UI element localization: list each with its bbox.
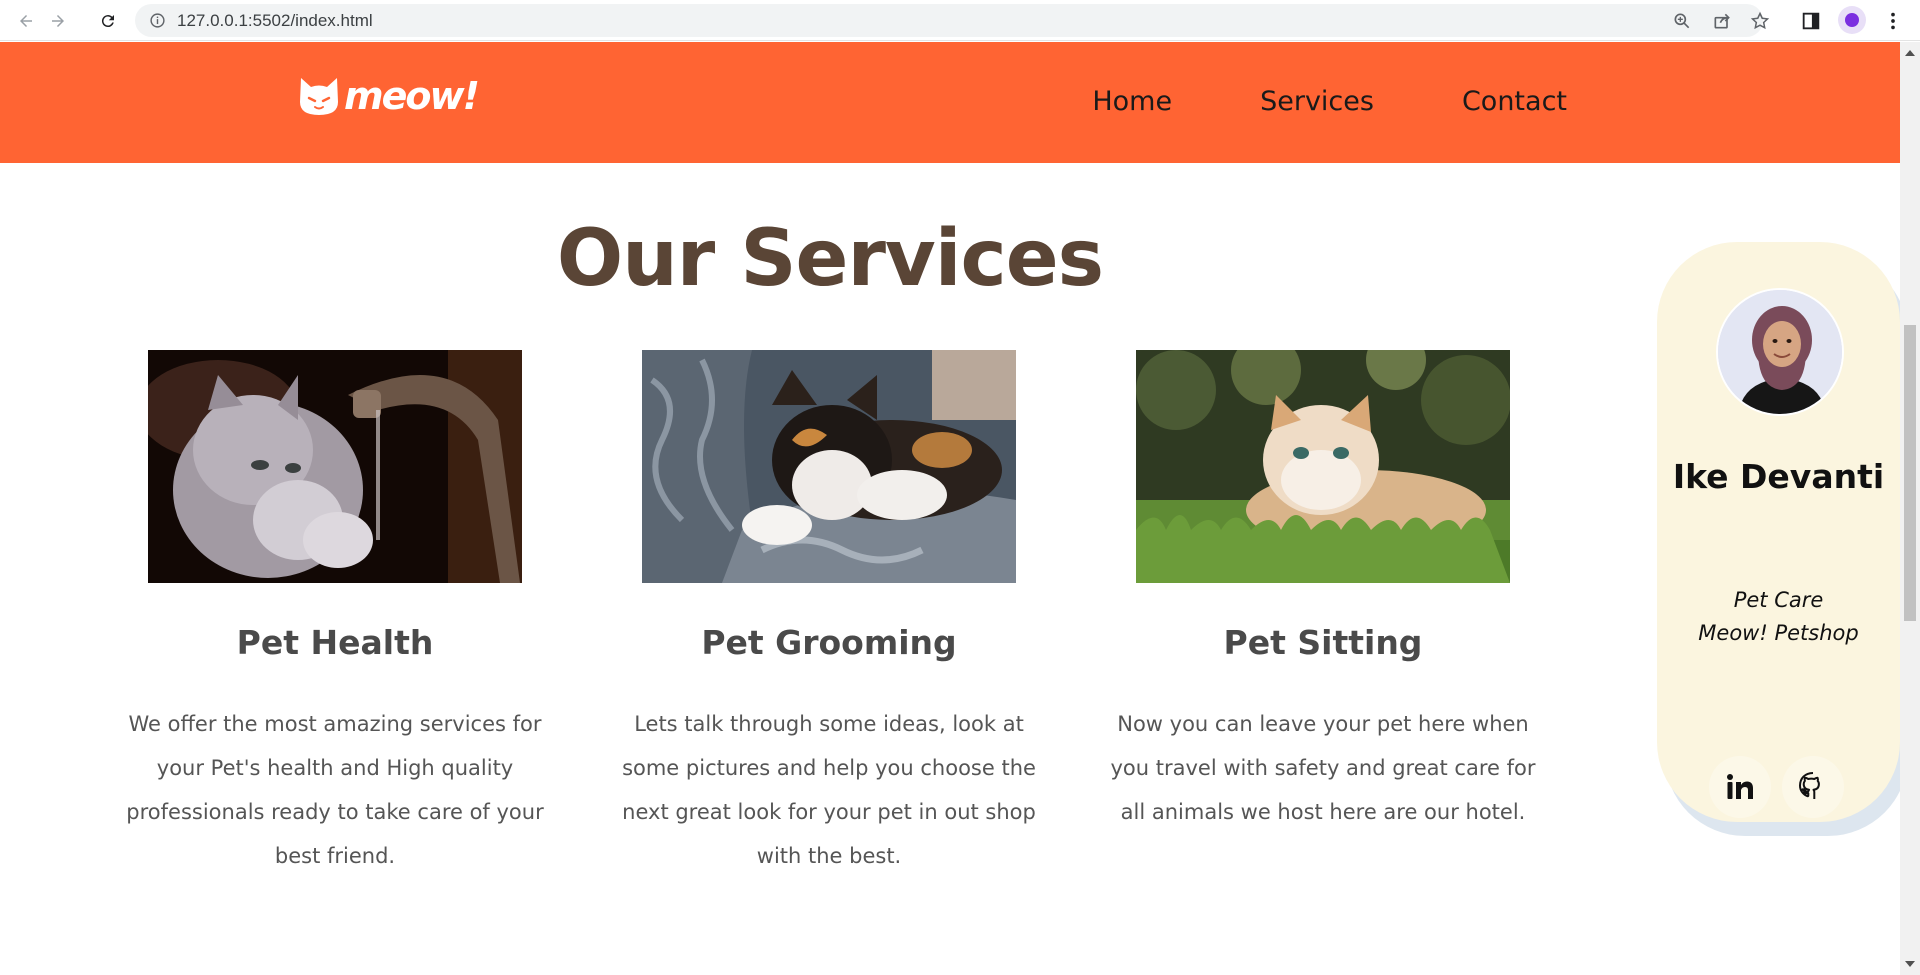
share-icon[interactable]	[1712, 11, 1732, 31]
scroll-up-icon[interactable]	[1905, 50, 1915, 56]
profile-card: Ike Devanti Pet Care Meow! Petshop	[1657, 242, 1900, 822]
calico-cat-sleeping-image	[642, 350, 1016, 583]
profile-avatar-button[interactable]	[1838, 6, 1866, 34]
more-vert-icon[interactable]	[1882, 10, 1904, 32]
service-description: Lets talk through some ideas, look at so…	[622, 712, 1036, 868]
github-icon	[1799, 772, 1820, 799]
cat-face-icon	[300, 78, 338, 115]
service-description: We offer the most amazing services for y…	[126, 712, 544, 868]
nav-home[interactable]: Home	[1092, 86, 1172, 117]
service-description: Now you can leave your pet here when you…	[1110, 712, 1536, 824]
address-bar[interactable]: 127.0.0.1:5502/index.html	[135, 4, 1770, 37]
page-scrollbar[interactable]	[1900, 42, 1920, 975]
info-icon[interactable]	[149, 12, 166, 29]
github-link[interactable]	[1782, 756, 1844, 818]
profile-role: Pet Care Meow! Petshop	[1698, 588, 1859, 645]
main-nav: Home Services Contact	[1092, 86, 1567, 117]
profile-photo	[1716, 288, 1844, 416]
zoom-icon[interactable]	[1672, 11, 1692, 31]
scroll-down-icon[interactable]	[1905, 961, 1915, 967]
scrollbar-thumb[interactable]	[1904, 325, 1916, 621]
bookmark-star-icon[interactable]	[1750, 11, 1770, 31]
arrow-left-icon	[20, 15, 32, 27]
reload-icon	[101, 15, 114, 28]
service-card-pet-health: Pet Health We offer the most amazing ser…	[105, 350, 565, 878]
person-icon	[1845, 13, 1859, 27]
browser-toolbar: 127.0.0.1:5502/index.html	[0, 0, 1920, 41]
service-title: Pet Sitting	[1223, 623, 1423, 662]
service-card-pet-grooming: Pet Grooming Lets talk through some idea…	[599, 350, 1059, 878]
persian-cat-grass-image	[1136, 350, 1510, 583]
nav-contact[interactable]: Contact	[1462, 86, 1567, 117]
service-title: Pet Grooming	[701, 623, 957, 662]
back-button[interactable]	[12, 7, 40, 35]
logo-wordmark: meow!	[344, 74, 480, 118]
nav-services[interactable]: Services	[1260, 86, 1374, 117]
url-text[interactable]: 127.0.0.1:5502/index.html	[177, 4, 373, 37]
forward-button[interactable]	[44, 7, 72, 35]
site-header: meow! Home Services Contact	[0, 42, 1900, 163]
linkedin-link[interactable]	[1709, 756, 1771, 818]
side-panel-icon[interactable]	[1800, 10, 1822, 32]
site-logo[interactable]: meow!	[298, 74, 480, 118]
section-title: Our Services	[556, 214, 1104, 304]
profile-name: Ike Devanti	[1672, 457, 1885, 496]
kitten-faucet-image	[148, 350, 522, 583]
page-viewport: meow! Home Services Contact Our Services	[0, 42, 1900, 975]
service-card-pet-sitting: Pet Sitting Now you can leave your pet h…	[1093, 350, 1553, 834]
service-title: Pet Health	[236, 623, 434, 662]
reload-button[interactable]	[94, 7, 122, 35]
linkedin-icon	[1727, 774, 1753, 799]
arrow-right-icon	[52, 15, 64, 27]
